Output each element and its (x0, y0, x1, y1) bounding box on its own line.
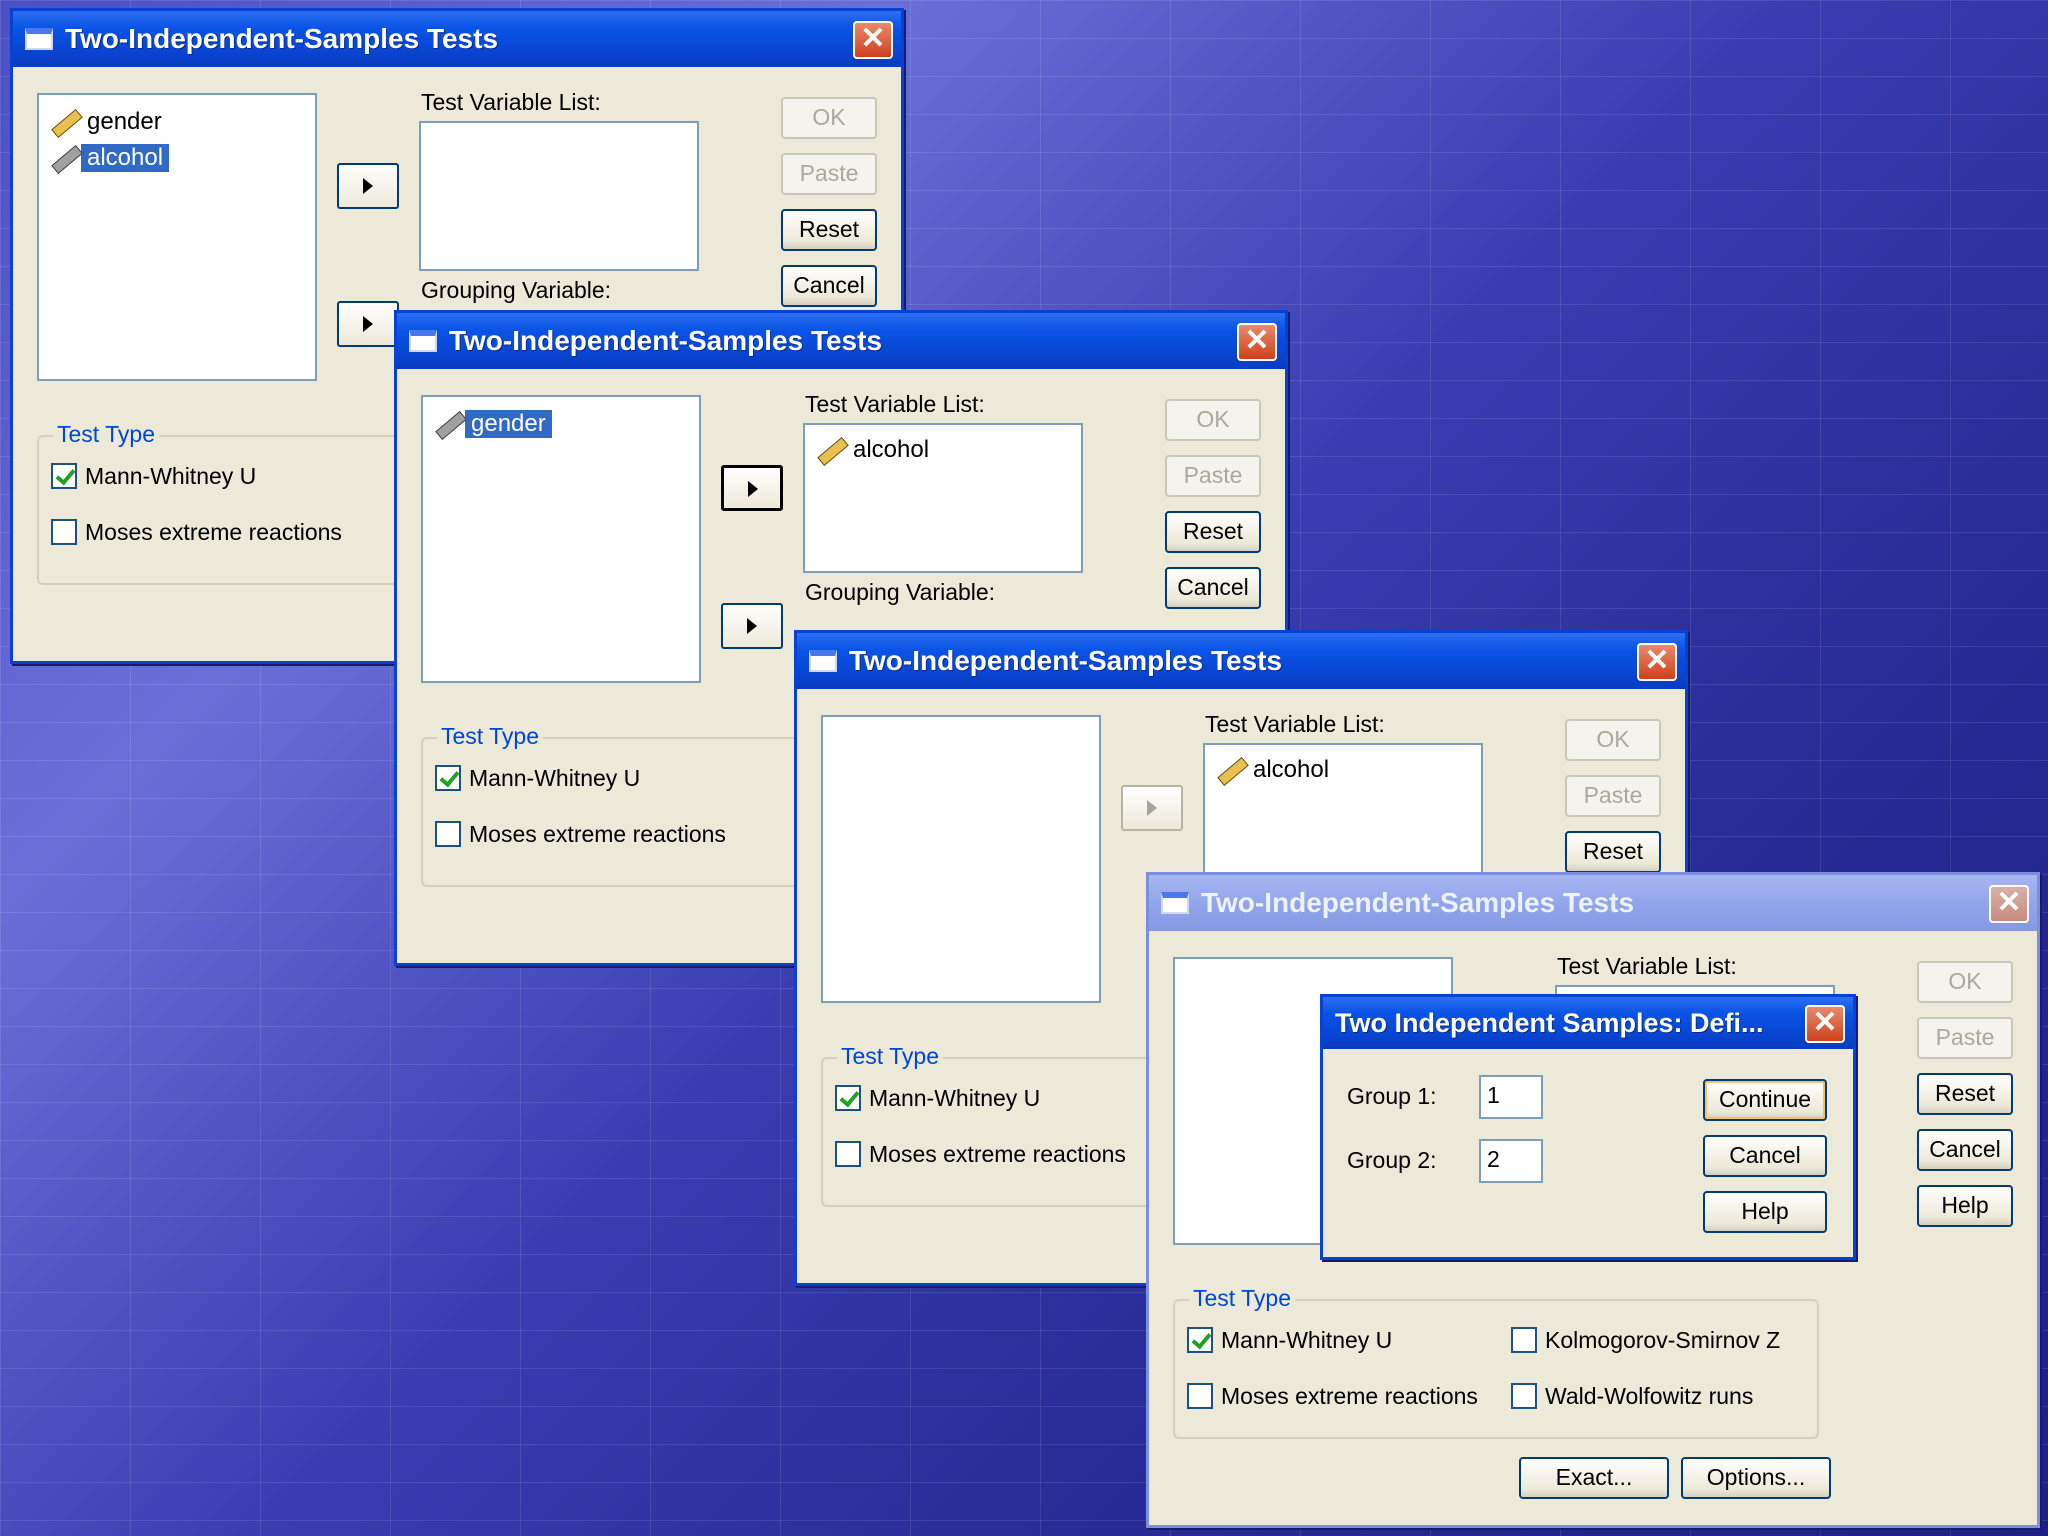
titlebar[interactable]: Two-Independent-Samples Tests ✕ (1149, 875, 2037, 931)
moses-label: Moses extreme reactions (85, 519, 342, 545)
window-icon (809, 650, 837, 672)
test-variable-list[interactable]: alcohol (1203, 743, 1483, 893)
group1-input[interactable]: 1 (1479, 1075, 1543, 1119)
titlebar[interactable]: Two-Independent-Samples Tests ✕ (13, 11, 901, 67)
list-item-alcohol[interactable]: alcohol (49, 141, 170, 175)
titlebar[interactable]: Two-Independent-Samples Tests ✕ (797, 633, 1685, 689)
scale-ruler-icon (49, 144, 81, 172)
reset-button[interactable]: Reset (1165, 511, 1261, 553)
reset-button[interactable]: Reset (1565, 831, 1661, 873)
close-button[interactable]: ✕ (1989, 885, 2029, 923)
group2-input[interactable]: 2 (1479, 1139, 1543, 1183)
help-button[interactable]: Help (1917, 1185, 2013, 1227)
mann-whitney-checkbox[interactable] (835, 1085, 861, 1111)
test-type-label: Test Type (53, 421, 160, 448)
move-to-test-list-button[interactable] (337, 163, 399, 209)
window-title: Two-Independent-Samples Tests (449, 325, 883, 356)
group2-label: Group 2: (1347, 1147, 1437, 1173)
window-title: Two-Independent-Samples Tests (1201, 887, 1635, 918)
continue-button[interactable]: Continue (1703, 1079, 1827, 1121)
grouping-variable-label: Grouping Variable: (421, 277, 612, 303)
window-icon (409, 330, 437, 352)
cancel-button[interactable]: Cancel (1703, 1135, 1827, 1177)
cancel-button[interactable]: Cancel (781, 265, 877, 307)
move-to-grouping-button[interactable] (337, 301, 399, 347)
paste-button[interactable]: Paste (1165, 455, 1261, 497)
move-to-grouping-button[interactable] (721, 603, 783, 649)
window-icon (25, 28, 53, 50)
kolmogorov-smirnov-label: Kolmogorov-Smirnov Z (1545, 1327, 1781, 1353)
source-variable-list[interactable] (821, 715, 1101, 1003)
moses-label: Moses extreme reactions (869, 1141, 1126, 1167)
test-type-group (1173, 1299, 1819, 1439)
source-variable-list[interactable]: gender (421, 395, 701, 683)
help-button[interactable]: Help (1703, 1191, 1827, 1233)
close-button[interactable]: ✕ (1237, 323, 1277, 361)
mann-whitney-label: Mann-Whitney U (85, 463, 257, 489)
test-type-label: Test Type (837, 1043, 944, 1070)
wald-wolfowitz-label: Wald-Wolfowitz runs (1545, 1383, 1754, 1409)
test-type-label: Test Type (437, 723, 544, 750)
mann-whitney-label: Mann-Whitney U (1221, 1327, 1393, 1353)
grouping-variable-label: Grouping Variable: (805, 579, 996, 605)
paste-button[interactable]: Paste (1565, 775, 1661, 817)
list-item-alcohol[interactable]: alcohol (1215, 753, 1335, 787)
test-variable-list-label: Test Variable List: (1205, 711, 1385, 737)
test-variable-list[interactable] (419, 121, 699, 271)
wald-wolfowitz-checkbox[interactable] (1511, 1383, 1537, 1409)
list-item-alcohol[interactable]: alcohol (815, 433, 935, 467)
window-icon (1161, 892, 1189, 914)
mann-whitney-checkbox[interactable] (435, 765, 461, 791)
source-variable-list[interactable]: gender alcohol (37, 93, 317, 381)
window-title: Two-Independent-Samples Tests (849, 645, 1283, 676)
mann-whitney-label: Mann-Whitney U (869, 1085, 1041, 1111)
window-title: Two Independent Samples: Defi... (1335, 1007, 1764, 1038)
window-title: Two-Independent-Samples Tests (65, 23, 499, 54)
test-variable-list[interactable]: alcohol (803, 423, 1083, 573)
test-variable-list-label: Test Variable List: (805, 391, 985, 417)
move-to-test-list-button[interactable] (721, 465, 783, 511)
group1-label: Group 1: (1347, 1083, 1437, 1109)
titlebar[interactable]: Two-Independent-Samples Tests ✕ (397, 313, 1285, 369)
scale-ruler-icon (1215, 756, 1247, 784)
list-item-gender[interactable]: gender (433, 407, 552, 441)
cancel-button[interactable]: Cancel (1917, 1129, 2013, 1171)
kolmogorov-smirnov-checkbox[interactable] (1511, 1327, 1537, 1353)
titlebar[interactable]: Two Independent Samples: Defi... ✕ (1323, 997, 1853, 1049)
moses-checkbox[interactable] (435, 821, 461, 847)
reset-button[interactable]: Reset (781, 209, 877, 251)
ok-button[interactable]: OK (781, 97, 877, 139)
close-button[interactable]: ✕ (853, 21, 893, 59)
moses-checkbox[interactable] (835, 1141, 861, 1167)
ok-button[interactable]: OK (1165, 399, 1261, 441)
paste-button[interactable]: Paste (1917, 1017, 2013, 1059)
ok-button[interactable]: OK (1917, 961, 2013, 1003)
mann-whitney-checkbox[interactable] (1187, 1327, 1213, 1353)
moses-checkbox[interactable] (51, 519, 77, 545)
scale-ruler-icon (815, 436, 847, 464)
moses-label: Moses extreme reactions (1221, 1383, 1478, 1409)
test-type-label: Test Type (1189, 1285, 1296, 1312)
moses-label: Moses extreme reactions (469, 821, 726, 847)
close-button[interactable]: ✕ (1805, 1005, 1845, 1043)
define-groups-dialog: Two Independent Samples: Defi... ✕ Group… (1320, 994, 1856, 1260)
close-button[interactable]: ✕ (1637, 643, 1677, 681)
move-to-test-list-button[interactable] (1121, 785, 1183, 831)
ok-button[interactable]: OK (1565, 719, 1661, 761)
cancel-button[interactable]: Cancel (1165, 567, 1261, 609)
test-variable-list-label: Test Variable List: (421, 89, 601, 115)
mann-whitney-label: Mann-Whitney U (469, 765, 641, 791)
reset-button[interactable]: Reset (1917, 1073, 2013, 1115)
moses-checkbox[interactable] (1187, 1383, 1213, 1409)
scale-ruler-icon (433, 410, 465, 438)
exact-button[interactable]: Exact... (1519, 1457, 1669, 1499)
paste-button[interactable]: Paste (781, 153, 877, 195)
list-item-gender[interactable]: gender (49, 105, 168, 139)
options-button[interactable]: Options... (1681, 1457, 1831, 1499)
mann-whitney-checkbox[interactable] (51, 463, 77, 489)
test-variable-list-label: Test Variable List: (1557, 953, 1737, 979)
scale-ruler-icon (49, 108, 81, 136)
